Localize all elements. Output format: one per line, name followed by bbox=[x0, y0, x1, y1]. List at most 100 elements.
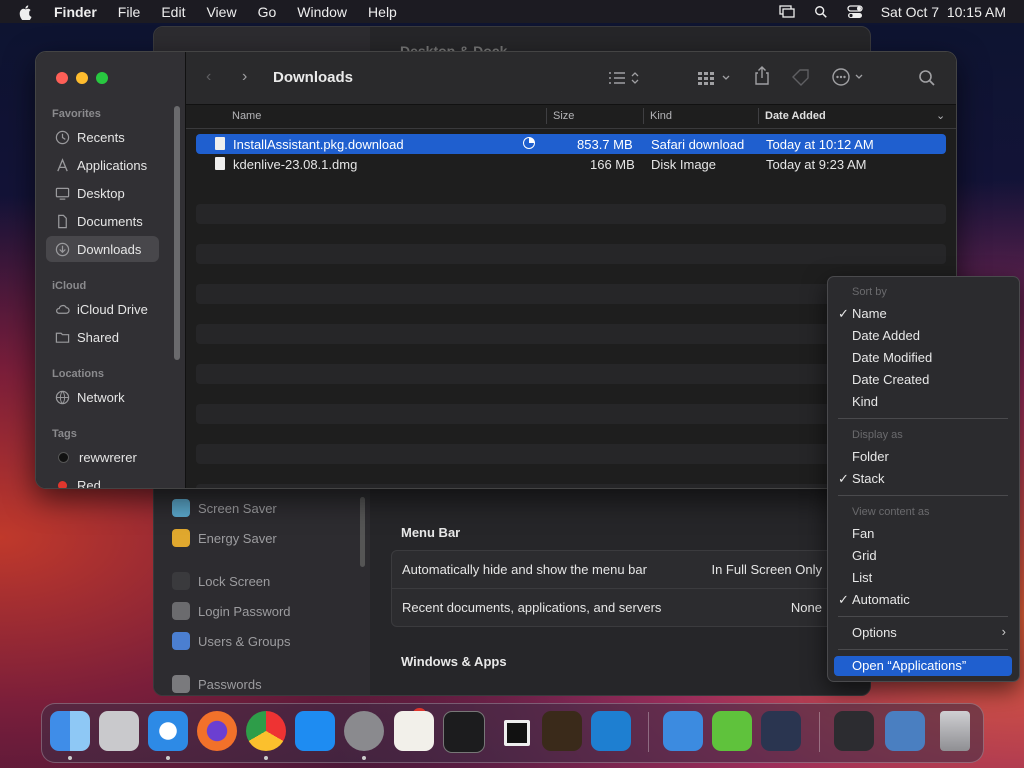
column-name[interactable]: Name bbox=[232, 110, 261, 122]
file-icon bbox=[215, 137, 225, 150]
menu-item-sort-kind[interactable]: Kind bbox=[834, 392, 1012, 412]
menu-item-sort-date-modified[interactable]: Date Modified bbox=[834, 348, 1012, 368]
menu-file[interactable]: File bbox=[118, 4, 141, 20]
zoom-window-button[interactable] bbox=[96, 72, 108, 84]
safari-icon[interactable] bbox=[148, 711, 188, 751]
sidebar-item-documents[interactable]: Documents bbox=[46, 208, 159, 234]
sidebar-item-network[interactable]: Network bbox=[46, 384, 159, 410]
menu-item-view-grid[interactable]: Grid bbox=[834, 546, 1012, 566]
more-actions-icon[interactable] bbox=[832, 68, 868, 86]
settings-row[interactable]: Automatically hide and show the menu bar… bbox=[392, 551, 842, 588]
chevron-right-icon: › bbox=[1001, 624, 1006, 639]
media-app-icon[interactable] bbox=[761, 711, 801, 751]
vscode-icon[interactable] bbox=[591, 711, 631, 751]
settings-item-users-groups[interactable]: Users & Groups bbox=[172, 632, 290, 650]
sidebar-section-locations: Locations bbox=[52, 368, 104, 380]
square-app-icon[interactable] bbox=[504, 720, 530, 746]
sidebar-item-icloud-drive[interactable]: iCloud Drive bbox=[46, 296, 159, 322]
column-size[interactable]: Size bbox=[553, 110, 574, 122]
menu-header-sort-by: Sort by bbox=[852, 286, 887, 298]
column-divider[interactable] bbox=[758, 108, 759, 124]
menu-item-sort-date-added[interactable]: Date Added bbox=[834, 326, 1012, 346]
downloads-stack-icon[interactable] bbox=[834, 711, 874, 751]
column-divider[interactable] bbox=[546, 108, 547, 124]
menu-item-sort-name[interactable]: ✓ Name bbox=[834, 304, 1012, 324]
settings-sidebar-scrollbar[interactable] bbox=[360, 497, 365, 567]
spotlight-search-icon[interactable] bbox=[813, 5, 829, 19]
menu-help[interactable]: Help bbox=[368, 4, 397, 20]
sidebar-scrollbar[interactable] bbox=[174, 106, 180, 360]
menu-item-options[interactable]: Options › bbox=[834, 623, 1012, 643]
group-view-icon[interactable] bbox=[697, 70, 733, 86]
forward-icon[interactable]: › bbox=[242, 68, 247, 86]
trash-icon[interactable] bbox=[940, 711, 970, 751]
sidebar-item-tag-red[interactable]: Red bbox=[46, 472, 159, 488]
app-store-icon[interactable] bbox=[295, 711, 335, 751]
finder-icon[interactable] bbox=[50, 711, 90, 751]
menu-item-sort-date-created[interactable]: Date Created bbox=[834, 370, 1012, 390]
sidebar-item-shared[interactable]: Shared bbox=[46, 324, 159, 350]
menu-edit[interactable]: Edit bbox=[161, 4, 185, 20]
tag-icon[interactable] bbox=[791, 68, 811, 86]
menu-bar-section-title: Menu Bar bbox=[401, 525, 461, 540]
garageband-icon[interactable] bbox=[542, 711, 582, 751]
menu-window[interactable]: Window bbox=[297, 4, 347, 20]
popup-value[interactable]: In Full Screen Only bbox=[711, 562, 822, 577]
popup-value[interactable]: None bbox=[791, 600, 822, 615]
menu-view[interactable]: View bbox=[206, 4, 236, 20]
close-window-button[interactable] bbox=[56, 72, 68, 84]
settings-row[interactable]: Recent documents, applications, and serv… bbox=[392, 588, 842, 626]
clock[interactable]: Sat Oct 7 10:15 AM bbox=[881, 4, 1006, 20]
settings-item-login-password[interactable]: Login Password bbox=[172, 602, 291, 620]
column-date-added[interactable]: Date Added bbox=[765, 110, 826, 122]
firefox-icon[interactable] bbox=[197, 711, 237, 751]
menu-go[interactable]: Go bbox=[258, 4, 277, 20]
users-groups-icon bbox=[172, 632, 190, 650]
menu-item-view-fan[interactable]: Fan bbox=[834, 524, 1012, 544]
settings-item-screen-saver[interactable]: Screen Saver bbox=[172, 499, 277, 517]
windows-apps-section-title: Windows & Apps bbox=[401, 654, 507, 669]
menu-item-display-stack[interactable]: ✓ Stack bbox=[834, 469, 1012, 489]
menu-item-view-automatic[interactable]: ✓ Automatic bbox=[834, 590, 1012, 610]
column-kind[interactable]: Kind bbox=[650, 110, 672, 122]
weather-icon[interactable] bbox=[663, 711, 703, 751]
control-center-icon[interactable] bbox=[847, 4, 863, 19]
menu-header-view-content-as: View content as bbox=[852, 506, 930, 518]
sidebar-item-desktop[interactable]: Desktop bbox=[46, 180, 159, 206]
back-icon[interactable]: ‹ bbox=[206, 68, 211, 86]
column-divider[interactable] bbox=[643, 108, 644, 124]
applications-stack-icon[interactable] bbox=[885, 711, 925, 751]
screen-saver-icon bbox=[172, 499, 190, 517]
minimize-window-button[interactable] bbox=[76, 72, 88, 84]
search-icon[interactable] bbox=[918, 69, 936, 87]
chrome-icon[interactable] bbox=[246, 711, 286, 751]
sidebar-item-tag-rewwrerer[interactable]: rewwrerer bbox=[46, 444, 159, 470]
sidebar-item-applications[interactable]: Applications bbox=[46, 152, 159, 178]
sort-chevron-icon[interactable]: ⌄ bbox=[936, 109, 945, 122]
screen-mirroring-icon[interactable] bbox=[779, 4, 795, 19]
menu-item-view-list[interactable]: List bbox=[834, 568, 1012, 588]
menu-item-open-applications[interactable]: Open “Applications” bbox=[834, 656, 1012, 676]
ot-app-icon[interactable] bbox=[712, 711, 752, 751]
terminal-icon[interactable] bbox=[443, 711, 485, 753]
menu-separator bbox=[838, 616, 1008, 617]
list-view-icon[interactable] bbox=[607, 70, 641, 86]
menu-item-display-folder[interactable]: Folder bbox=[834, 447, 1012, 467]
apple-logo-icon[interactable] bbox=[18, 4, 34, 20]
system-settings-icon[interactable] bbox=[344, 711, 384, 751]
sidebar-item-recents[interactable]: Recents bbox=[46, 124, 159, 150]
launchpad-icon[interactable] bbox=[99, 711, 139, 751]
menu-app-finder[interactable]: Finder bbox=[54, 4, 97, 20]
clock-icon bbox=[55, 130, 70, 144]
file-row[interactable]: InstallAssistant.pkg.download 853.7 MB S… bbox=[196, 134, 946, 154]
finder-window: Favorites Recents Applications Desktop D… bbox=[35, 51, 957, 489]
sidebar-item-downloads[interactable]: Downloads bbox=[46, 236, 159, 262]
textedit-icon[interactable] bbox=[394, 711, 434, 751]
file-row[interactable]: kdenlive-23.08.1.dmg 166 MB Disk Image T… bbox=[196, 154, 946, 174]
settings-item-lock-screen[interactable]: Lock Screen bbox=[172, 572, 270, 590]
settings-item-energy-saver[interactable]: Energy Saver bbox=[172, 529, 277, 547]
dock-stack-context-menu: Sort by ✓ Name Date Added Date Modified D… bbox=[827, 276, 1020, 682]
share-icon[interactable] bbox=[753, 66, 771, 86]
settings-item-passwords[interactable]: Passwords bbox=[172, 675, 262, 693]
empty-row bbox=[196, 204, 946, 224]
